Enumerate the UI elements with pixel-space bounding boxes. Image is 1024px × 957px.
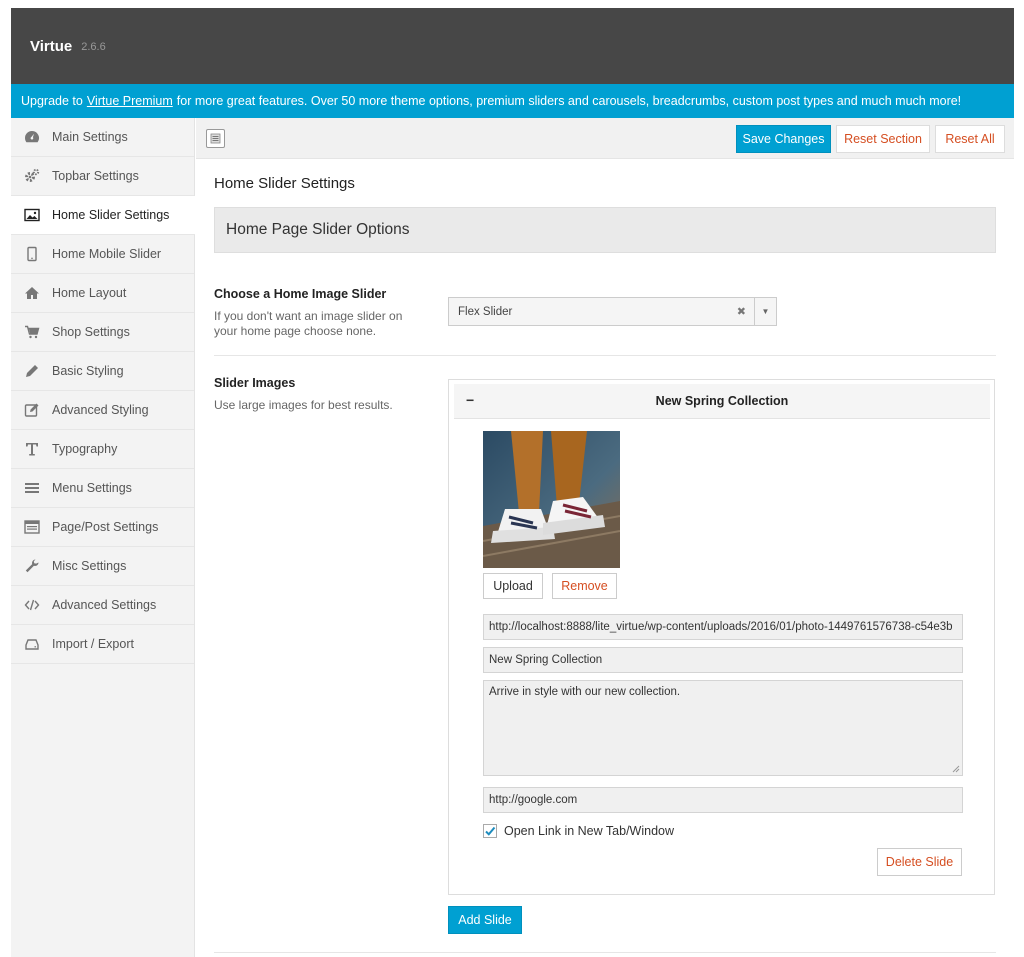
mobile-icon bbox=[23, 245, 41, 263]
notice-prefix: Upgrade to bbox=[21, 94, 83, 108]
sidebar-item-home-layout[interactable]: Home Layout bbox=[11, 274, 194, 313]
wrench-icon bbox=[23, 557, 41, 575]
new-tab-option[interactable]: Open Link in New Tab/Window bbox=[483, 824, 674, 838]
slide-thumbnail bbox=[483, 431, 620, 568]
cogs-icon bbox=[23, 167, 41, 185]
images-field-description: Use large images for best results. bbox=[214, 398, 393, 412]
reset-all-button[interactable]: Reset All bbox=[935, 125, 1005, 153]
app-header: Virtue 2.6.6 bbox=[11, 8, 1014, 84]
main-content: Home Slider Settings Home Page Slider Op… bbox=[196, 159, 1014, 957]
new-tab-label: Open Link in New Tab/Window bbox=[504, 824, 674, 838]
sidebar-item-label: Advanced Settings bbox=[52, 598, 157, 612]
sidebar-item-label: Main Settings bbox=[52, 130, 128, 144]
upload-button[interactable]: Upload bbox=[483, 573, 543, 599]
upgrade-notice: Upgrade to Virtue Premium for more great… bbox=[11, 84, 1014, 118]
expand-options-button[interactable] bbox=[206, 129, 225, 148]
checkmark-icon bbox=[485, 826, 496, 836]
sidebar-item-label: Advanced Styling bbox=[52, 403, 149, 417]
drive-icon bbox=[23, 635, 41, 653]
image-url-field[interactable]: http://localhost:8888/lite_virtue/wp-con… bbox=[483, 614, 963, 640]
sidebar-item-typography[interactable]: Typography bbox=[11, 430, 194, 469]
sidebar-item-menu-settings[interactable]: Menu Settings bbox=[11, 469, 194, 508]
sidebar-item-label: Menu Settings bbox=[52, 481, 132, 495]
list-icon bbox=[210, 133, 221, 144]
sidebar-item-basic-styling[interactable]: Basic Styling bbox=[11, 352, 194, 391]
sneakers-image bbox=[483, 431, 620, 568]
sidebar-item-home-slider-settings[interactable]: Home Slider Settings bbox=[11, 196, 195, 235]
sidebar-item-advanced-settings[interactable]: Advanced Settings bbox=[11, 586, 194, 625]
divider bbox=[214, 355, 996, 356]
menu-icon bbox=[23, 479, 41, 497]
sidebar-item-misc-settings[interactable]: Misc Settings bbox=[11, 547, 194, 586]
slide-description-field[interactable]: Arrive in style with our new collection. bbox=[483, 680, 963, 776]
sidebar-item-label: Topbar Settings bbox=[52, 169, 139, 183]
remove-button[interactable]: Remove bbox=[552, 573, 617, 599]
sidebar-item-label: Home Layout bbox=[52, 286, 127, 300]
sidebar-item-label: Import / Export bbox=[52, 637, 134, 651]
page-icon bbox=[23, 518, 41, 536]
new-tab-checkbox[interactable] bbox=[483, 824, 497, 838]
slider-type-value: Flex Slider bbox=[458, 305, 513, 318]
sidebar-item-label: Basic Styling bbox=[52, 364, 124, 378]
sidebar-item-label: Page/Post Settings bbox=[52, 520, 159, 534]
picture-icon bbox=[23, 206, 41, 224]
code-icon bbox=[23, 596, 41, 614]
sidebar: Main Settings Topbar Settings Home Slide… bbox=[11, 118, 195, 957]
sidebar-item-page-post-settings[interactable]: Page/Post Settings bbox=[11, 508, 194, 547]
slider-type-select[interactable]: Flex Slider ✖ ▼ bbox=[448, 297, 777, 326]
cart-icon bbox=[23, 323, 41, 341]
sidebar-item-label: Misc Settings bbox=[52, 559, 127, 573]
divider bbox=[214, 952, 996, 953]
options-group-title: Home Page Slider Options bbox=[226, 221, 410, 238]
sidebar-item-home-mobile-slider[interactable]: Home Mobile Slider bbox=[11, 235, 194, 274]
slide-title-field[interactable]: New Spring Collection bbox=[483, 647, 963, 673]
pencil-icon bbox=[23, 362, 41, 380]
sidebar-item-topbar-settings[interactable]: Topbar Settings bbox=[11, 157, 194, 196]
section-title: Home Slider Settings bbox=[214, 175, 355, 192]
slider-field-label: Choose a Home Image Slider bbox=[214, 287, 387, 301]
save-changes-button[interactable]: Save Changes bbox=[736, 125, 831, 153]
app-version: 2.6.6 bbox=[81, 41, 106, 53]
sidebar-item-advanced-styling[interactable]: Advanced Styling bbox=[11, 391, 194, 430]
sidebar-item-import-export[interactable]: Import / Export bbox=[11, 625, 194, 664]
app-name: Virtue bbox=[30, 37, 73, 55]
sidebar-item-main-settings[interactable]: Main Settings bbox=[11, 118, 194, 157]
edit-icon bbox=[23, 401, 41, 419]
slide-link-field[interactable]: http://google.com bbox=[483, 787, 963, 813]
sidebar-item-label: Shop Settings bbox=[52, 325, 130, 339]
slide-description-text: Arrive in style with our new collection. bbox=[489, 686, 681, 698]
options-toolbar: Save Changes Reset Section Reset All bbox=[196, 118, 1014, 159]
premium-link[interactable]: Virtue Premium bbox=[87, 94, 173, 108]
slider-field-description: If you don't want an image slider on you… bbox=[214, 309, 403, 338]
slides-container: − New Spring Collection Upload Remove ht… bbox=[448, 379, 995, 895]
chevron-down-icon[interactable]: ▼ bbox=[754, 298, 776, 325]
add-slide-button[interactable]: Add Slide bbox=[448, 906, 522, 934]
home-icon bbox=[23, 284, 41, 302]
sidebar-item-shop-settings[interactable]: Shop Settings bbox=[11, 313, 194, 352]
slide-header[interactable]: − New Spring Collection bbox=[454, 384, 990, 419]
options-group-header: Home Page Slider Options bbox=[214, 207, 996, 253]
slide-header-title: New Spring Collection bbox=[655, 394, 789, 408]
reset-section-button[interactable]: Reset Section bbox=[836, 125, 930, 153]
dashboard-icon bbox=[23, 128, 41, 146]
sidebar-item-label: Home Slider Settings bbox=[52, 208, 170, 222]
clear-icon[interactable]: ✖ bbox=[737, 305, 746, 318]
collapse-icon[interactable]: − bbox=[466, 392, 474, 408]
sidebar-item-label: Typography bbox=[52, 442, 118, 456]
notice-suffix: for more great features. Over 50 more th… bbox=[176, 94, 962, 108]
resize-handle-icon[interactable] bbox=[952, 765, 960, 773]
delete-slide-button[interactable]: Delete Slide bbox=[877, 848, 962, 876]
text-icon bbox=[23, 440, 41, 458]
images-field-label: Slider Images bbox=[214, 376, 296, 390]
sidebar-item-label: Home Mobile Slider bbox=[52, 247, 162, 261]
